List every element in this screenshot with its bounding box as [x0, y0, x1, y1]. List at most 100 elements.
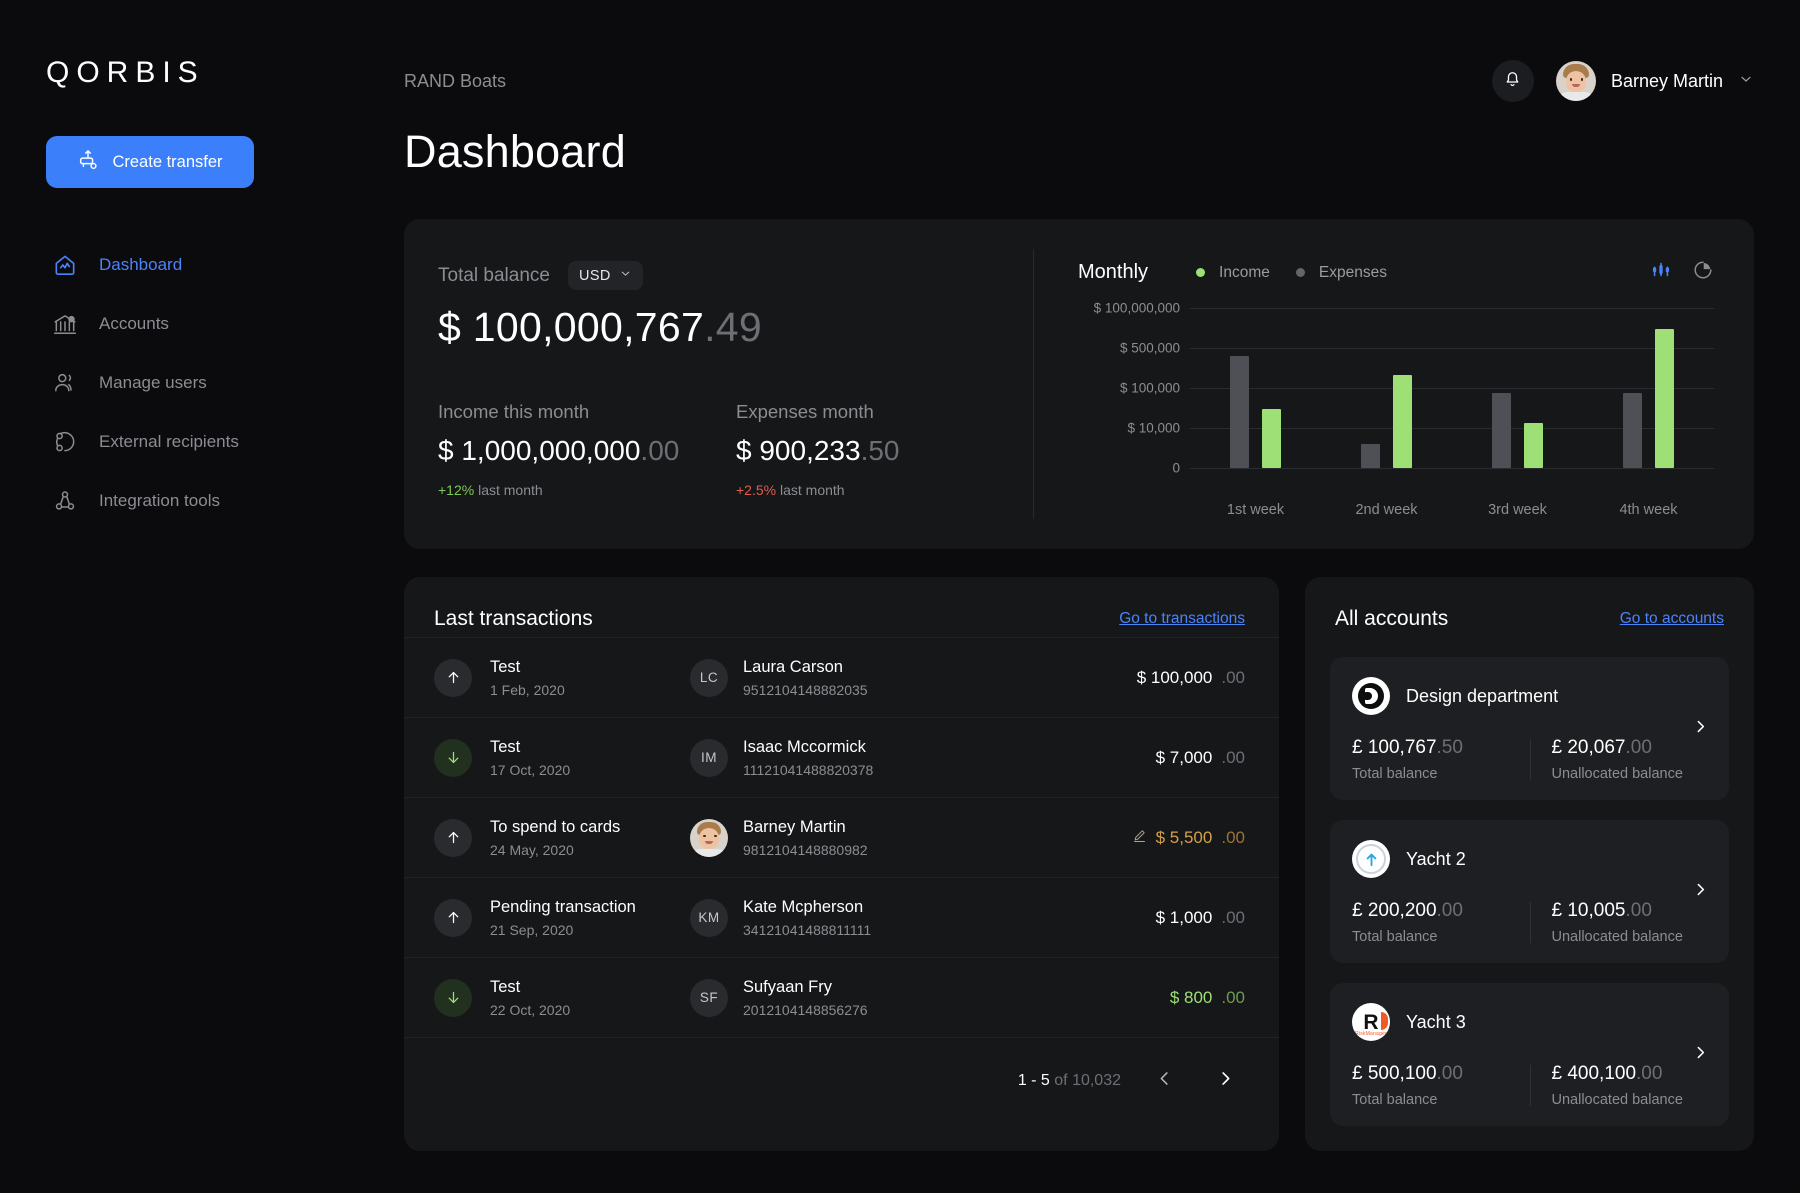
pie-chart-toggle[interactable]: [1692, 259, 1714, 286]
app-root: QORBIS Create transfer Dashboard Account…: [0, 0, 1800, 1193]
sidebar-item-accounts[interactable]: Accounts: [46, 294, 404, 353]
prev-page-button[interactable]: [1147, 1065, 1182, 1096]
chevron-right-icon[interactable]: [1692, 718, 1709, 740]
transaction-name: Test: [490, 737, 521, 756]
chart-group-4: [1583, 308, 1714, 468]
go-to-accounts-link[interactable]: Go to accounts: [1620, 610, 1724, 628]
table-row[interactable]: Test 17 Oct, 2020 IM Isaac Mccormick 111…: [404, 717, 1279, 797]
party-account: 2012104148856276: [743, 1001, 868, 1018]
account-total-balance: £ 500,100.00 Total balance: [1352, 1063, 1530, 1108]
pagination-text: 1 - 5 of 10,032: [1018, 1072, 1121, 1090]
table-row[interactable]: Pending transaction 21 Sep, 2020 KM Kate…: [404, 877, 1279, 957]
transaction-amount: $ 5,500 .00: [1132, 828, 1245, 848]
income-delta: +12% last month: [438, 482, 736, 498]
pagination-total: of 10,032: [1049, 1071, 1121, 1089]
party-text: Isaac Mccormick 11121041488820378: [743, 738, 873, 778]
arrow-up-icon: [434, 898, 472, 937]
unallocated-balance-label: Unallocated balance: [1551, 929, 1683, 945]
party-account: 11121041488820378: [743, 761, 874, 778]
pagination-range: 1 - 5: [1017, 1071, 1050, 1089]
monthly-chart-panel: Monthly Income Expenses $ 100,000,000 $ …: [1034, 219, 1754, 549]
currency-selector[interactable]: USD: [567, 261, 643, 290]
edit-pencil-icon[interactable]: [1132, 828, 1147, 848]
table-row[interactable]: To spend to cards 24 May, 2020 Barney Ma…: [404, 797, 1279, 877]
currency-value: USD: [578, 267, 611, 284]
expenses-delta-note: last month: [779, 482, 845, 498]
party-account: 9512104148882035: [743, 681, 868, 698]
bell-icon: [1502, 68, 1523, 94]
sidebar-item-integration-tools[interactable]: Integration tools: [46, 471, 404, 530]
account-name: Yacht 3: [1406, 1011, 1466, 1032]
chart-group-1: [1190, 308, 1321, 468]
user-name: Barney Martin: [1610, 70, 1723, 91]
amount-cents: .00: [1221, 907, 1245, 927]
account-total-value: £ 200,200.00: [1352, 900, 1530, 922]
party-initials-avatar: KM: [690, 898, 728, 937]
chevron-down-icon: [619, 267, 632, 284]
total-cents: .00: [1436, 900, 1463, 921]
total-balance-label: Total balance: [1352, 929, 1438, 945]
table-row[interactable]: Test 1 Feb, 2020 LC Laura Carson 9512104…: [404, 637, 1279, 717]
sidebar-item-label: Accounts: [99, 313, 169, 333]
total-cents: .50: [1436, 737, 1463, 758]
transactions-header: Last transactions Go to transactions: [404, 577, 1279, 637]
go-to-transactions-link[interactable]: Go to transactions: [1119, 610, 1245, 628]
unallocated-balance-label: Unallocated balance: [1551, 766, 1683, 782]
transaction-name: To spend to cards: [490, 817, 621, 836]
yacht2-logo-icon: [1352, 840, 1390, 878]
table-row[interactable]: Test 22 Oct, 2020 SF Sufyaan Fry 2012104…: [404, 957, 1279, 1037]
account-unallocated-value: £ 20,067.00: [1552, 737, 1708, 759]
income-cents: .00: [640, 435, 680, 466]
bar-income: [1524, 423, 1543, 468]
account-balances: £ 500,100.00 Total balance £ 400,100.00 …: [1352, 1063, 1707, 1108]
sidebar-item-external-recipients[interactable]: External recipients: [46, 412, 404, 471]
legend-item-income[interactable]: Income: [1196, 264, 1270, 282]
account-balances: £ 200,200.00 Total balance £ 10,005.00 U…: [1352, 900, 1707, 945]
sidebar: QORBIS Create transfer Dashboard Account…: [0, 0, 404, 1193]
next-page-button[interactable]: [1208, 1065, 1243, 1096]
expenses-delta-value: +2.5%: [736, 482, 777, 498]
arrow-down-icon: [434, 978, 472, 1017]
chart-plot-area: [1190, 308, 1714, 469]
transaction-amount: $ 7,000 .00: [1156, 748, 1245, 768]
amount-cents: .00: [1221, 747, 1245, 767]
bar-income: [1393, 375, 1412, 468]
total-balance-label: Total balance: [438, 264, 550, 286]
chevron-right-icon[interactable]: [1692, 1044, 1709, 1066]
list-item[interactable]: Design department £ 100,767.50 Total bal…: [1330, 657, 1729, 800]
chevron-right-icon[interactable]: [1692, 881, 1709, 903]
create-transfer-button[interactable]: Create transfer: [46, 136, 254, 188]
x-tick: 2nd week: [1355, 502, 1418, 518]
amount-main: $ 100,000: [1136, 667, 1213, 687]
account-unallocated-balance: £ 10,005.00 Unallocated balance: [1529, 900, 1708, 945]
user-menu[interactable]: Barney Martin: [1555, 61, 1754, 101]
party-photo-avatar: [690, 818, 728, 857]
dashboard-house-icon: [51, 251, 79, 279]
chart-bar-groups: [1190, 308, 1714, 468]
list-item[interactable]: R RiskManager Yacht 3 £ 500,100.00 Total …: [1330, 983, 1729, 1126]
notifications-button[interactable]: [1491, 60, 1534, 102]
page-title: Dashboard: [404, 126, 626, 177]
sidebar-item-manage-users[interactable]: Manage users: [46, 353, 404, 412]
bar-chart-toggle[interactable]: [1650, 259, 1672, 286]
all-accounts-card: All accounts Go to accounts Design depar…: [1305, 577, 1754, 1151]
chart-body: $ 100,000,000 $ 500,000 $ 100,000 $ 10,0…: [1078, 301, 1714, 490]
party-text: Sufyaan Fry 2012104148856276: [743, 978, 868, 1018]
accounts-header: All accounts Go to accounts: [1330, 577, 1729, 657]
x-tick: 1st week: [1226, 502, 1285, 518]
party-account: 9812104148880982: [743, 841, 868, 858]
chart-view-toggles: [1650, 259, 1714, 286]
topbar: RAND Boats Barney Martin: [404, 0, 1754, 118]
transaction-info: Test 1 Feb, 2020: [490, 658, 690, 698]
account-total-balance: £ 100,767.50 Total balance: [1352, 737, 1530, 782]
unallocated-balance-label: Unallocated balance: [1551, 1092, 1683, 1108]
external-recipients-icon: [51, 428, 79, 456]
sidebar-item-dashboard[interactable]: Dashboard: [46, 235, 404, 294]
amount-main: $ 800: [1169, 987, 1213, 1007]
transaction-name: Test: [490, 977, 521, 996]
legend-item-expenses[interactable]: Expenses: [1295, 264, 1387, 282]
legend-label-income: Income: [1219, 263, 1270, 281]
list-item[interactable]: Yacht 2 £ 200,200.00 Total balance £ 10,…: [1330, 820, 1729, 963]
brand-logo: QORBIS: [46, 56, 205, 89]
bar-income: [1262, 408, 1281, 468]
